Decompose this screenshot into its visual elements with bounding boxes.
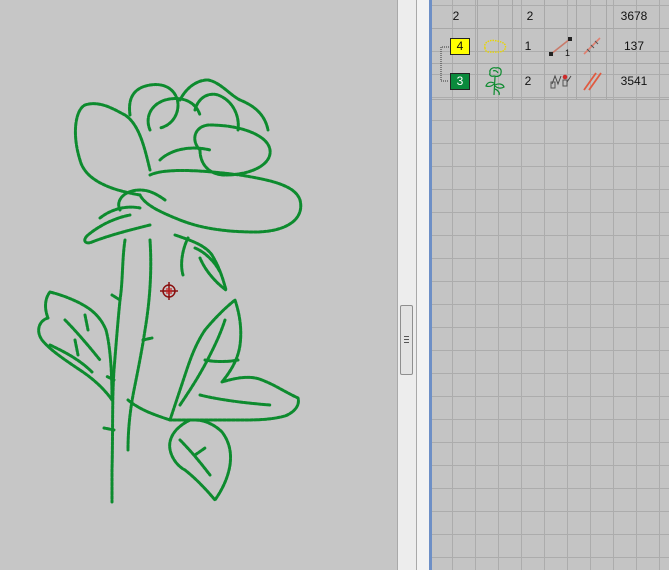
rose-embroidery-design[interactable] xyxy=(0,0,397,570)
panel-gap xyxy=(417,0,429,570)
header-stitch-total: 3678 xyxy=(620,9,648,23)
sequence-row-color-4[interactable]: 4 1 1 137 xyxy=(432,29,669,63)
row-count: 1 xyxy=(524,39,532,53)
row-stitch-count: 137 xyxy=(623,39,645,53)
color-swatch[interactable]: 3 xyxy=(450,72,470,90)
header-col-b: 2 xyxy=(526,9,534,23)
rose-thumbnail-icon[interactable] xyxy=(478,64,512,98)
yellow-outline-thumbnail-icon[interactable] xyxy=(478,29,512,63)
color-swatch[interactable]: 4 xyxy=(450,37,470,55)
color-number: 3 xyxy=(456,74,464,88)
jump-stitch-icon[interactable] xyxy=(577,29,606,63)
row-count: 2 xyxy=(524,74,532,88)
color-number: 4 xyxy=(456,39,464,53)
row-stitch-count: 3541 xyxy=(620,74,648,88)
splitter-grip-icon[interactable] xyxy=(400,305,413,375)
panel-splitter[interactable] xyxy=(397,0,417,570)
svg-text:1: 1 xyxy=(565,48,570,57)
sequence-row-color-3[interactable]: 3 2 3541 xyxy=(432,64,669,98)
trim-icon[interactable] xyxy=(577,64,606,98)
needle-position-icon xyxy=(160,282,178,300)
design-canvas[interactable] xyxy=(0,0,397,570)
color-sequence-panel: 2 2 3678 4 1 1 137 3 2 3541 xyxy=(429,0,669,570)
running-stitch-icon[interactable]: 1 xyxy=(545,29,576,63)
triple-stitch-icon[interactable] xyxy=(545,64,576,98)
